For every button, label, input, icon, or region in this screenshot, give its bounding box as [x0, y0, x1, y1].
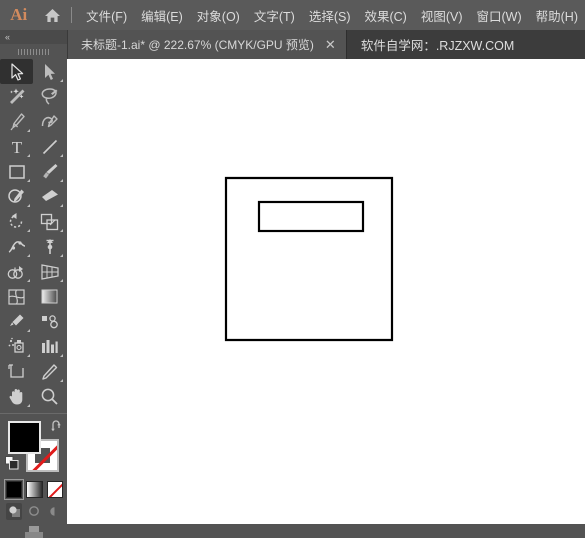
menu-window[interactable]: 窗口(W) — [470, 4, 529, 27]
zoom-tool[interactable] — [33, 384, 66, 409]
draw-behind-button[interactable] — [26, 503, 42, 520]
shape-builder-tool[interactable] — [0, 259, 33, 284]
gradient-tool[interactable] — [33, 284, 66, 309]
fill-swatch[interactable] — [8, 421, 41, 454]
menu-view[interactable]: 视图(V) — [414, 4, 470, 27]
color-mode-buttons — [0, 477, 67, 500]
tool-corner-marker — [27, 354, 30, 357]
document-tab-bar: 未标题-1.ai* @ 222.67% (CMYK/GPU 预览) ✕ 软件自学… — [0, 30, 585, 59]
tool-grid: T — [0, 59, 67, 409]
tool-corner-marker — [27, 154, 30, 157]
tool-corner-marker — [60, 379, 63, 382]
tool-corner-marker — [27, 254, 30, 257]
change-screen-mode-button[interactable] — [0, 520, 67, 538]
line-segment-tool[interactable] — [33, 134, 66, 159]
tools-panel: « T — [0, 30, 68, 538]
tool-corner-marker — [60, 354, 63, 357]
shaper-tool[interactable] — [0, 184, 33, 209]
color-button[interactable] — [3, 479, 25, 500]
home-icon[interactable] — [38, 8, 68, 23]
tool-corner-marker — [27, 179, 30, 182]
free-transform-tool[interactable] — [33, 234, 66, 259]
draw-inside-button[interactable] — [47, 503, 63, 520]
menu-edit[interactable]: 编辑(E) — [134, 4, 190, 27]
tool-corner-marker — [27, 204, 30, 207]
menu-select[interactable]: 选择(S) — [302, 4, 358, 27]
rectangle-tool[interactable] — [0, 159, 33, 184]
illustrator-window: Ai 文件(F) 编辑(E) 对象(O) 文字(T) 选择(S) 效果(C) 视… — [0, 0, 585, 538]
column-graph-tool[interactable] — [33, 334, 66, 359]
selection-tool[interactable] — [0, 59, 33, 84]
tool-corner-marker — [27, 129, 30, 132]
close-icon[interactable]: ✕ — [325, 38, 336, 51]
eyedropper-tool[interactable] — [0, 309, 33, 334]
mesh-tool[interactable] — [0, 284, 33, 309]
tool-corner-marker — [27, 279, 30, 282]
tool-corner-marker — [27, 229, 30, 232]
artwork-svg — [224, 176, 394, 342]
pen-tool[interactable] — [0, 109, 33, 134]
width-tool[interactable] — [0, 234, 33, 259]
menu-item-list: 文件(F) 编辑(E) 对象(O) 文字(T) 选择(S) 效果(C) 视图(V… — [79, 4, 585, 27]
tool-corner-marker — [60, 154, 63, 157]
draw-normal-button[interactable] — [6, 503, 23, 520]
tool-corner-marker — [27, 329, 30, 332]
blend-tool[interactable] — [33, 309, 66, 334]
artboard-tool[interactable] — [0, 359, 33, 384]
menu-effect[interactable]: 效果(C) — [357, 4, 413, 27]
rotate-tool[interactable] — [0, 209, 33, 234]
menu-object[interactable]: 对象(O) — [190, 4, 247, 27]
fill-stroke-indicator — [0, 417, 67, 477]
watermark-text: 软件自学网：.RJZXW.COM — [360, 39, 515, 53]
scale-tool[interactable] — [33, 209, 66, 234]
document-tab[interactable]: 未标题-1.ai* @ 222.67% (CMYK/GPU 预览) ✕ — [68, 30, 347, 59]
curvature-tool[interactable] — [33, 109, 66, 134]
paintbrush-tool[interactable] — [33, 159, 66, 184]
gradient-button[interactable] — [26, 481, 43, 498]
tool-corner-marker — [60, 79, 63, 82]
none-slash-icon — [47, 482, 62, 497]
tool-corner-marker — [60, 204, 63, 207]
draw-mode-buttons — [0, 498, 67, 520]
inner-rectangle[interactable] — [257, 200, 365, 233]
document-tab-title: 未标题-1.ai* @ 222.67% (CMYK/GPU 预览) — [81, 38, 314, 52]
menu-file[interactable]: 文件(F) — [79, 4, 134, 27]
svg-text:T: T — [11, 138, 22, 156]
toolbar-divider — [0, 413, 67, 414]
tool-corner-marker — [27, 404, 30, 407]
symbol-sprayer-tool[interactable] — [0, 334, 33, 359]
perspective-grid-tool[interactable] — [33, 259, 66, 284]
type-tool[interactable]: T — [0, 134, 33, 159]
magic-wand-tool[interactable] — [0, 84, 33, 109]
menu-type[interactable]: 文字(T) — [247, 4, 302, 27]
eraser-tool[interactable] — [33, 184, 66, 209]
app-logo: Ai — [10, 5, 28, 24]
menu-bar: Ai 文件(F) 编辑(E) 对象(O) 文字(T) 选择(S) 效果(C) 视… — [0, 0, 585, 30]
tool-corner-marker — [60, 179, 63, 182]
tool-corner-marker — [60, 254, 63, 257]
default-fill-stroke-icon[interactable] — [5, 456, 19, 475]
hand-tool[interactable] — [0, 384, 33, 409]
menu-divider — [71, 7, 73, 23]
tool-corner-marker — [60, 229, 63, 232]
swap-fill-stroke-icon[interactable] — [50, 419, 63, 437]
panel-drag-handle[interactable] — [0, 44, 67, 59]
slice-tool[interactable] — [33, 359, 66, 384]
none-button[interactable] — [46, 481, 63, 498]
artboard-canvas[interactable] — [67, 59, 585, 524]
collapse-panel-icon[interactable]: « — [0, 30, 67, 44]
lasso-tool[interactable] — [33, 84, 66, 109]
tool-corner-marker — [60, 279, 63, 282]
direct-selection-tool[interactable] — [33, 59, 66, 84]
menu-help[interactable]: 帮助(H) — [529, 4, 585, 27]
